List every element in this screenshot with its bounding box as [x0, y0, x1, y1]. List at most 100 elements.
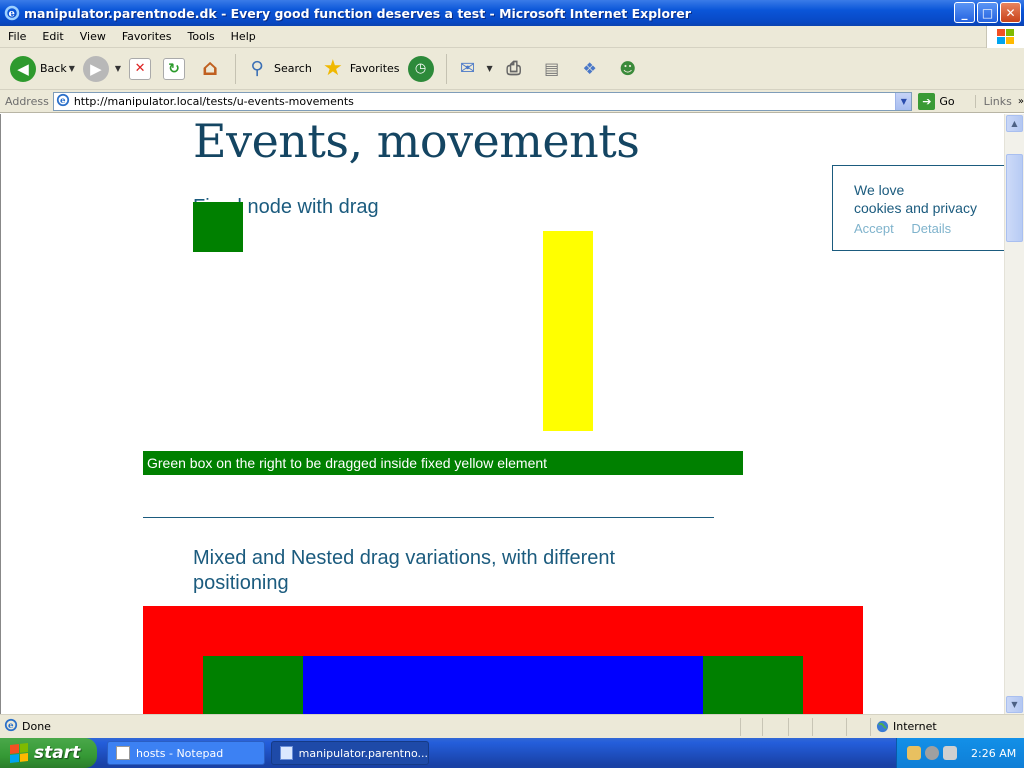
taskbar-item-ie[interactable]: manipulator.parentno... [271, 741, 429, 765]
window-title: manipulator.parentnode.dk - Every good f… [24, 5, 691, 21]
system-tray: 2:26 AM [896, 738, 1024, 768]
vertical-scrollbar[interactable]: ▲ ▼ [1004, 114, 1024, 714]
green-instruction-strip[interactable]: Green box on the right to be dragged ins… [143, 451, 743, 475]
forward-button[interactable]: ▶ ▼ [79, 52, 125, 86]
window-controls: _ □ ✕ [954, 2, 1021, 23]
status-divider [740, 718, 741, 736]
menu-edit[interactable]: Edit [34, 30, 71, 43]
messenger-people-icon: ☻ [619, 59, 637, 78]
tray-volume-icon[interactable] [925, 746, 939, 760]
messenger-button[interactable]: ☻ [611, 52, 649, 86]
stop-button[interactable]: ✕ [125, 52, 159, 86]
back-button[interactable]: ◀ Back ▼ [6, 52, 79, 86]
menu-help[interactable]: Help [223, 30, 264, 43]
status-zone: Internet [893, 720, 937, 733]
maximize-button[interactable]: □ [977, 2, 998, 23]
page-content: Events, movements Fixed node with drag G… [0, 114, 1004, 714]
url-input[interactable] [73, 93, 894, 109]
svg-text:e: e [9, 9, 15, 20]
clock: 2:26 AM [971, 746, 1017, 760]
chevron-right-icon[interactable]: » [1018, 96, 1024, 107]
status-divider [870, 718, 871, 736]
ie-task-icon [280, 746, 293, 760]
mail-icon: ✉ [459, 58, 476, 79]
svg-text:e: e [60, 96, 66, 106]
mail-button[interactable]: ✉ ▼ [451, 52, 497, 86]
blue-nested-box[interactable] [303, 656, 703, 714]
edit-button[interactable]: ▤ [535, 52, 573, 86]
favorites-label: Favorites [349, 62, 400, 75]
section-heading-nested-drag: Mixed and Nested drag variations, with d… [193, 546, 615, 596]
status-divider [846, 718, 847, 736]
page-status-icon: e [4, 718, 18, 735]
back-label: Back [40, 62, 67, 75]
svg-text:e: e [8, 721, 14, 731]
cookie-accept-link[interactable]: Accept [854, 221, 894, 236]
start-label: start [34, 743, 81, 763]
search-button[interactable]: ⚲ Search [240, 52, 316, 86]
go-button[interactable]: ➔ Go [918, 92, 955, 110]
taskbar: start hosts - Notepad manipulator.parent… [0, 738, 1024, 768]
links-button[interactable]: Links [974, 94, 1012, 108]
home-icon: ⌂ [202, 56, 218, 81]
section-heading-line: positioning [193, 572, 289, 594]
green-nested-box-left[interactable] [203, 656, 303, 714]
cookie-details-link[interactable]: Details [911, 221, 951, 236]
notepad-icon [116, 746, 130, 760]
status-divider [812, 718, 813, 736]
research-icon: ❖ [582, 59, 597, 78]
forward-dropdown-icon[interactable]: ▼ [115, 64, 121, 73]
back-dropdown-icon[interactable]: ▼ [69, 64, 75, 73]
taskbar-item-notepad[interactable]: hosts - Notepad [107, 741, 265, 765]
green-draggable-box[interactable] [193, 202, 243, 252]
page-favicon-icon: e [56, 93, 70, 110]
history-clock-icon: ◷ [407, 55, 434, 82]
internet-zone-globe-icon [876, 720, 889, 736]
search-icon: ⚲ [250, 58, 264, 79]
menu-file[interactable]: File [0, 30, 34, 43]
favorites-star-icon: ★ [322, 56, 343, 81]
menu-bar: File Edit View Favorites Tools Help [0, 26, 1024, 48]
address-dropdown-icon[interactable]: ▼ [895, 92, 912, 110]
section-divider [143, 517, 714, 518]
mail-dropdown-icon[interactable]: ▼ [487, 64, 493, 73]
favorites-button[interactable]: ★ Favorites [316, 52, 404, 86]
taskbar-item-label: manipulator.parentno... [298, 746, 428, 760]
tray-settings-icon[interactable] [943, 746, 957, 760]
status-divider [762, 718, 763, 736]
refresh-button[interactable]: ↻ [159, 52, 193, 86]
cookie-links: Accept Details [854, 221, 1004, 236]
scroll-up-icon[interactable]: ▲ [1006, 115, 1023, 132]
menu-view[interactable]: View [72, 30, 114, 43]
home-button[interactable]: ⌂ [193, 52, 231, 86]
start-button[interactable]: start [0, 738, 97, 768]
scroll-thumb[interactable] [1006, 154, 1023, 242]
windows-start-icon [10, 743, 28, 763]
menu-tools[interactable]: Tools [180, 30, 223, 43]
address-bar: Address e ▼ ➔ Go Links » [0, 90, 1024, 113]
minimize-button[interactable]: _ [954, 2, 975, 23]
status-text: Done [22, 720, 51, 733]
ie-logo-icon: e [4, 5, 20, 21]
toolbar-separator [445, 53, 447, 84]
forward-arrow-icon: ▶ [82, 55, 109, 82]
yellow-fixed-element [543, 231, 593, 431]
scroll-down-icon[interactable]: ▼ [1006, 696, 1023, 713]
history-button[interactable]: ◷ [404, 52, 442, 86]
close-button[interactable]: ✕ [1000, 2, 1021, 23]
address-field[interactable]: e ▼ [52, 91, 913, 111]
print-button[interactable]: ⎙ [497, 52, 535, 86]
search-label: Search [274, 62, 312, 75]
address-label: Address [5, 94, 49, 108]
red-drag-container[interactable] [143, 606, 863, 714]
stop-icon: ✕ [129, 57, 152, 80]
tray-network-icon[interactable] [907, 746, 921, 760]
cookie-text-line: cookies and privacy [854, 200, 977, 216]
menu-favorites[interactable]: Favorites [114, 30, 180, 43]
cookie-banner: We love cookies and privacy Accept Detai… [832, 165, 1004, 251]
green-nested-box-right[interactable] [703, 656, 803, 714]
refresh-icon: ↻ [163, 57, 186, 80]
edit-page-icon: ▤ [544, 59, 560, 78]
research-button[interactable]: ❖ [573, 52, 611, 86]
toolbar: ◀ Back ▼ ▶ ▼ ✕ ↻ ⌂ ⚲ Search ★ Favorites … [0, 48, 1024, 90]
